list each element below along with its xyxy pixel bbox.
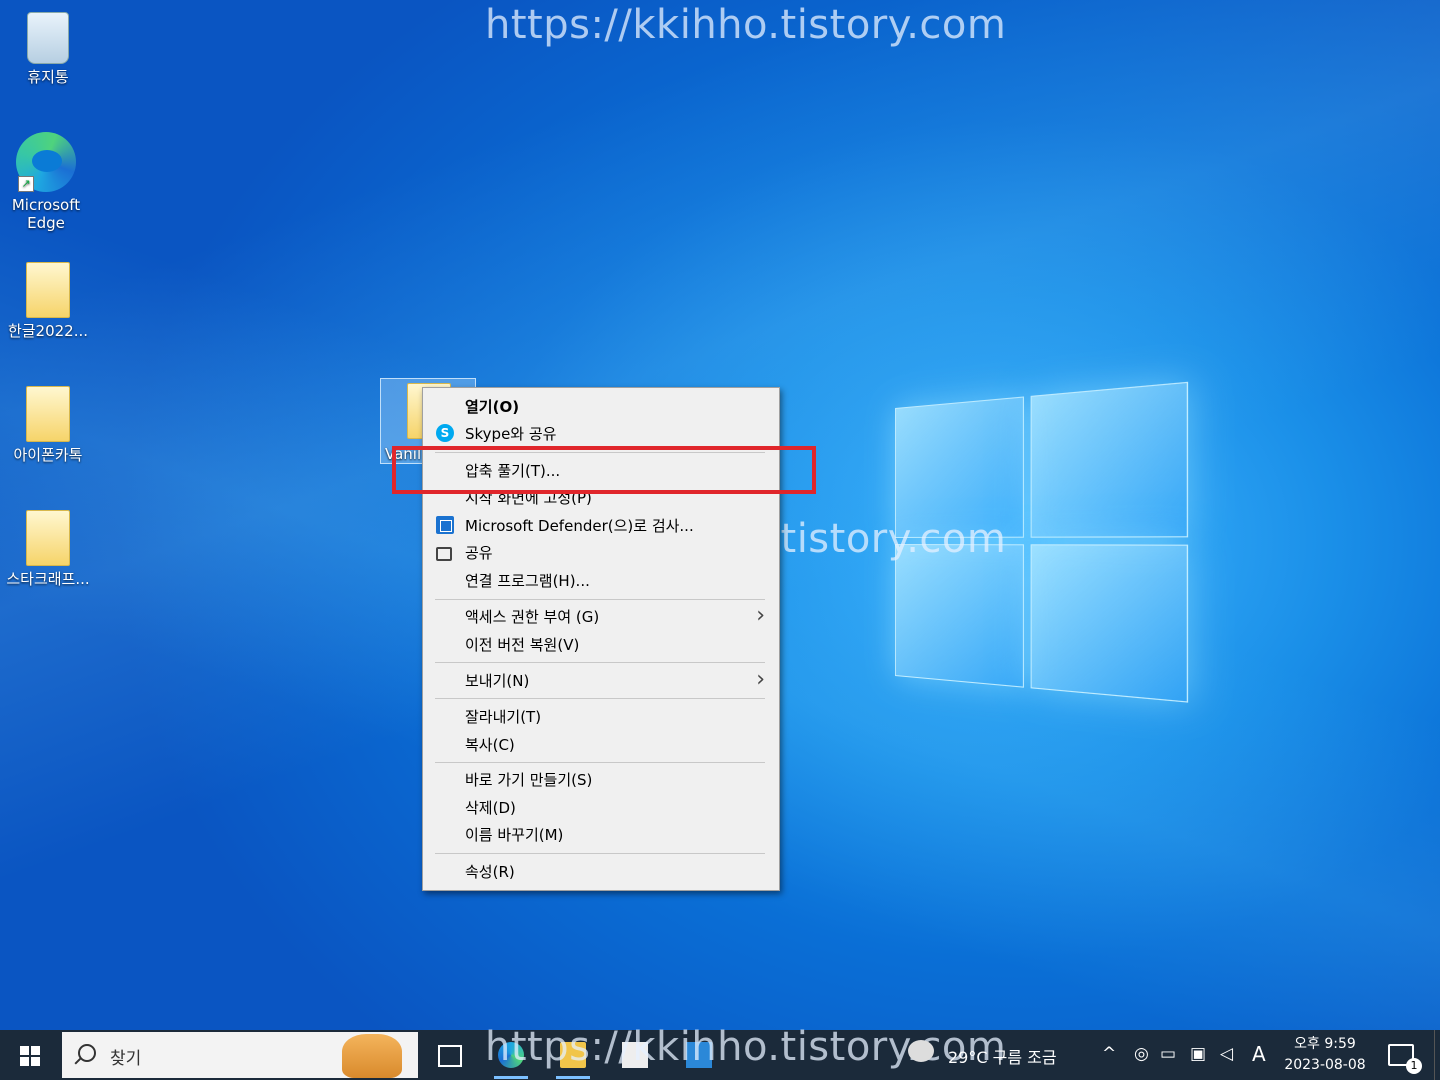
- defender-icon: [436, 516, 454, 534]
- taskbar: 찾기 https://kkihho.tistory.com 29°C 구름 조금…: [0, 1024, 1440, 1080]
- menu-separator: [435, 599, 765, 600]
- desktop-icon-recycle-bin[interactable]: 휴지통: [2, 12, 94, 86]
- menu-item-restore-versions[interactable]: 이전 버전 복원(V): [423, 631, 779, 657]
- skype-icon: S: [436, 424, 454, 442]
- clock-time: 오후 9:59: [1294, 1036, 1356, 1052]
- desktop-icon-label: 스타크래프...: [6, 570, 90, 588]
- watermark-top: https://kkihho.tistory.com: [485, 2, 1007, 48]
- search-box[interactable]: 찾기: [62, 1032, 418, 1078]
- menu-separator: [435, 662, 765, 663]
- search-highlight-image: [342, 1034, 402, 1078]
- annotation-highlight-box: [392, 446, 816, 494]
- recycle-bin-icon: [27, 12, 69, 64]
- menu-item-give-access[interactable]: 액세스 권한 부여 (G) ›: [423, 603, 779, 629]
- share-icon: [436, 547, 452, 561]
- menu-item-defender-scan[interactable]: Microsoft Defender(으)로 검사...: [423, 512, 779, 538]
- desktop-icon-label: 한글2022...: [7, 322, 89, 340]
- show-desktop-button[interactable]: [1434, 1030, 1440, 1080]
- hangul-folder-icon: [26, 262, 70, 318]
- menu-item-create-shortcut[interactable]: 바로 가기 만들기(S): [423, 766, 779, 792]
- desktop-icon-starcraft[interactable]: 스타크래프...: [2, 510, 94, 588]
- menu-item-cut[interactable]: 잘라내기(T): [423, 703, 779, 729]
- desktop-icon-label: Microsoft Edge: [11, 196, 81, 232]
- menu-item-rename[interactable]: 이름 바꾸기(M): [423, 821, 779, 847]
- clock-date: 2023-08-08: [1284, 1057, 1366, 1073]
- menu-item-properties[interactable]: 속성(R): [423, 858, 779, 884]
- cloud-icon: [908, 1040, 934, 1062]
- desktop-icon-edge[interactable]: ↗ Microsoft Edge: [0, 132, 92, 232]
- desktop-icon-label: 아이폰카톡: [13, 446, 83, 464]
- search-placeholder: 찾기: [110, 1049, 142, 1069]
- notification-badge: 1: [1406, 1058, 1422, 1074]
- menu-item-copy[interactable]: 복사(C): [423, 731, 779, 757]
- edge-icon: ↗: [16, 132, 76, 192]
- volume-muted-icon[interactable]: ◁: [1220, 1044, 1233, 1064]
- menu-separator: [435, 762, 765, 763]
- notification-center-icon[interactable]: 1: [1388, 1044, 1422, 1074]
- chevron-right-icon: ›: [756, 603, 765, 628]
- network-icon[interactable]: ▣: [1190, 1044, 1206, 1064]
- menu-item-share[interactable]: 공유: [423, 539, 779, 565]
- desktop-icon-label: 휴지통: [27, 68, 69, 86]
- battery-icon[interactable]: ▭: [1160, 1044, 1176, 1064]
- clock[interactable]: 오후 9:59 2023-08-08: [1280, 1034, 1370, 1076]
- running-indicator: [494, 1076, 528, 1079]
- tray-chevron-icon[interactable]: ^: [1102, 1044, 1116, 1064]
- folder-icon: [26, 510, 70, 566]
- camera-icon[interactable]: ◎: [1134, 1044, 1149, 1064]
- menu-item-skype-share[interactable]: S Skype와 공유: [423, 420, 779, 446]
- menu-item-open-with[interactable]: 연결 프로그램(H)...: [423, 567, 779, 593]
- search-icon: [78, 1044, 96, 1062]
- folder-icon: [26, 386, 70, 442]
- weather-widget[interactable]: 29°C 구름 조금: [908, 1040, 1057, 1068]
- menu-item-open[interactable]: 열기(O): [423, 393, 779, 419]
- menu-separator: [435, 698, 765, 699]
- desktop-icon-hangul[interactable]: 한글2022...: [2, 262, 94, 340]
- menu-item-delete[interactable]: 삭제(D): [423, 794, 779, 820]
- task-view-icon[interactable]: [438, 1045, 462, 1067]
- chevron-right-icon: ›: [756, 667, 765, 692]
- menu-item-send-to[interactable]: 보내기(N) ›: [423, 667, 779, 693]
- running-indicator: [556, 1076, 590, 1079]
- desktop-icon-iphone-kakao[interactable]: 아이폰카톡: [2, 386, 94, 464]
- ime-indicator[interactable]: A: [1252, 1042, 1266, 1066]
- menu-separator: [435, 853, 765, 854]
- start-button[interactable]: [0, 1030, 60, 1080]
- weather-text: 29°C 구름 조금: [948, 1048, 1057, 1067]
